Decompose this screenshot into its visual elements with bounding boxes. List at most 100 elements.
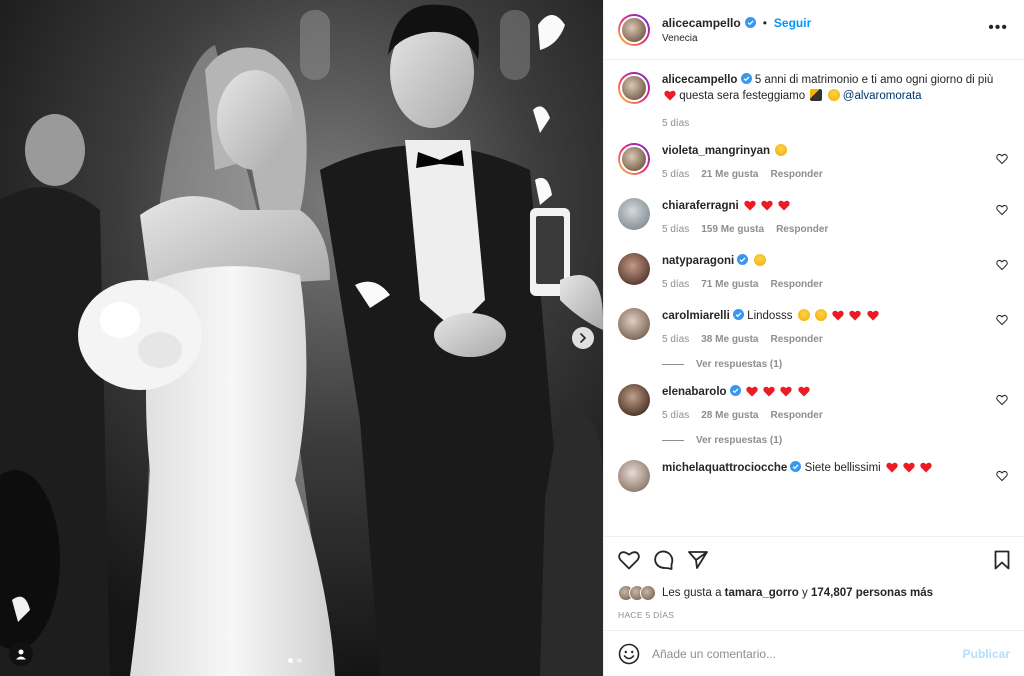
post-header: alicecampello • Seguir Venecia ••• — [604, 0, 1024, 60]
reply-button[interactable]: Responder — [771, 169, 823, 180]
comment-like-heart-icon[interactable] — [996, 470, 1008, 482]
comment-username[interactable]: michelaquattrociocche — [662, 462, 787, 474]
tagged-users-button[interactable] — [9, 642, 33, 666]
reply-button[interactable]: Responder — [771, 410, 823, 421]
red-heart-emoji — [886, 462, 898, 473]
share-button[interactable] — [688, 550, 708, 570]
comment-username[interactable]: elenabarolo — [662, 386, 727, 398]
red-heart-emoji — [866, 310, 879, 321]
post-location[interactable]: Venecia — [662, 33, 811, 44]
comment-icon — [654, 550, 674, 570]
comment-likes-count[interactable]: 21 Me gusta — [701, 169, 758, 180]
save-button[interactable] — [994, 550, 1010, 570]
red-heart-emoji — [797, 386, 810, 397]
comment-username[interactable]: natyparagoni — [662, 255, 734, 267]
likes-summary: Les gusta a tamara_gorro y 174,807 perso… — [604, 582, 1024, 604]
likes-text: Les gusta a tamara_gorro y 174,807 perso… — [662, 587, 933, 599]
comment-age: 5 días — [662, 334, 690, 345]
comment-item: michelaquattrociocche Siete bellissimi — [618, 446, 1010, 492]
replies-line — [662, 440, 684, 441]
view-replies-button[interactable]: Ver respuestas (1) — [662, 359, 1010, 370]
reply-button[interactable]: Responder — [771, 334, 823, 345]
comments-list[interactable]: alicecampello 5 anni di matrimonio e ti … — [604, 60, 1024, 536]
add-comment-bar: Publicar — [604, 630, 1024, 676]
comment-item: carolmiarelli Lindosss 5 días 38 Me gust… — [618, 290, 1010, 345]
view-replies-label[interactable]: Ver respuestas (1) — [696, 359, 782, 370]
comment-avatar[interactable] — [618, 253, 650, 285]
comment-meta: 5 días 38 Me gusta Responder — [662, 334, 1010, 345]
red-heart-emoji — [849, 310, 862, 321]
comment-avatar[interactable] — [618, 308, 650, 340]
likes-count[interactable]: 174,807 personas más — [811, 587, 933, 599]
comment-likes-count[interactable]: 159 Me gusta — [701, 224, 764, 235]
caption-username[interactable]: alicecampello — [662, 74, 737, 86]
comment-username[interactable]: carolmiarelli — [662, 310, 730, 322]
next-photo-button[interactable] — [572, 327, 594, 349]
red-heart-emoji — [778, 200, 790, 211]
comment-like-heart-icon[interactable] — [996, 153, 1008, 165]
view-replies-button[interactable]: Ver respuestas (1) — [662, 435, 1010, 446]
author-avatar[interactable] — [618, 13, 650, 46]
emoji-icon — [618, 643, 640, 664]
action-bar — [604, 536, 1024, 582]
comment-avatar[interactable] — [618, 384, 650, 416]
comment-meta: 5 días 28 Me gusta Responder — [662, 410, 1010, 421]
post-time-ago[interactable]: HACE 5 DÍAS — [604, 604, 1024, 630]
likes-first-user[interactable]: tamara_gorro — [725, 587, 799, 599]
caption-age: 5 días — [662, 118, 690, 129]
carousel-dot-active — [288, 658, 293, 663]
wedding-photo-illustration — [0, 0, 603, 676]
heart-eyes-emoji — [775, 144, 788, 156]
reply-button[interactable]: Responder — [771, 279, 823, 290]
heart-icon — [618, 550, 640, 569]
comment-text: carolmiarelli Lindosss — [662, 308, 1010, 324]
comment-avatar[interactable] — [618, 198, 650, 230]
liker-avatar — [640, 585, 656, 601]
comment-avatar[interactable] — [618, 143, 650, 175]
comment-button[interactable] — [654, 550, 674, 570]
view-replies-label[interactable]: Ver respuestas (1) — [696, 435, 782, 446]
caption-text-part2: questa sera festeggiamo — [679, 90, 806, 102]
more-options-icon[interactable]: ••• — [988, 20, 1008, 36]
comment-meta: 5 días 71 Me gusta Responder — [662, 279, 1010, 290]
author-username[interactable]: alicecampello — [662, 16, 741, 30]
comment-meta: 5 días 21 Me gusta Responder — [662, 169, 1010, 180]
red-heart-emoji — [761, 200, 773, 211]
party-popper-emoji — [810, 89, 823, 101]
comment-like-heart-icon[interactable] — [996, 394, 1008, 406]
comment-text: michelaquattrociocche Siete bellissimi — [662, 460, 1010, 476]
reply-button[interactable]: Responder — [776, 224, 828, 235]
heart-eyes-emoji — [814, 309, 827, 321]
comment-item: violeta_mangrinyan 5 días 21 Me gusta Re… — [618, 129, 1010, 180]
comment-likes-count[interactable]: 71 Me gusta — [701, 279, 758, 290]
bookmark-icon — [994, 550, 1010, 570]
caption-text: alicecampello 5 anni di matrimonio e ti … — [662, 72, 1010, 104]
comment-like-heart-icon[interactable] — [996, 204, 1008, 216]
comment-likes-count[interactable]: 38 Me gusta — [701, 334, 758, 345]
post-photo[interactable] — [0, 0, 603, 676]
comment-item: natyparagoni 5 días 71 Me gusta Responde… — [618, 235, 1010, 290]
comment-like-heart-icon[interactable] — [996, 314, 1008, 326]
comment-like-heart-icon[interactable] — [996, 259, 1008, 271]
comment-avatar[interactable] — [618, 460, 650, 492]
verified-icon — [790, 461, 802, 472]
heart-eyes-emoji — [827, 89, 840, 101]
caption-avatar[interactable] — [618, 72, 650, 104]
like-button[interactable] — [618, 550, 640, 570]
follow-button[interactable]: Seguir — [774, 16, 811, 30]
publish-button[interactable]: Publicar — [963, 647, 1010, 661]
comment-input[interactable] — [652, 646, 963, 661]
emoji-picker-button[interactable] — [618, 643, 640, 665]
separator-dot: • — [762, 15, 767, 30]
post-sidebar: alicecampello • Seguir Venecia ••• alice… — [603, 0, 1024, 676]
comment-username[interactable]: violeta_mangrinyan — [662, 145, 770, 157]
heart-eyes-emoji — [797, 309, 810, 321]
comment-likes-count[interactable]: 28 Me gusta — [701, 410, 758, 421]
caption-meta: 5 días — [662, 118, 1010, 129]
caption-mention-link[interactable]: @alvaromorata — [843, 90, 922, 102]
liker-avatars — [618, 585, 656, 601]
comment-username[interactable]: chiaraferragni — [662, 200, 739, 212]
user-tag-icon — [16, 649, 26, 660]
likes-prefix: Les gusta a — [662, 587, 722, 599]
comment-age: 5 días — [662, 279, 690, 290]
